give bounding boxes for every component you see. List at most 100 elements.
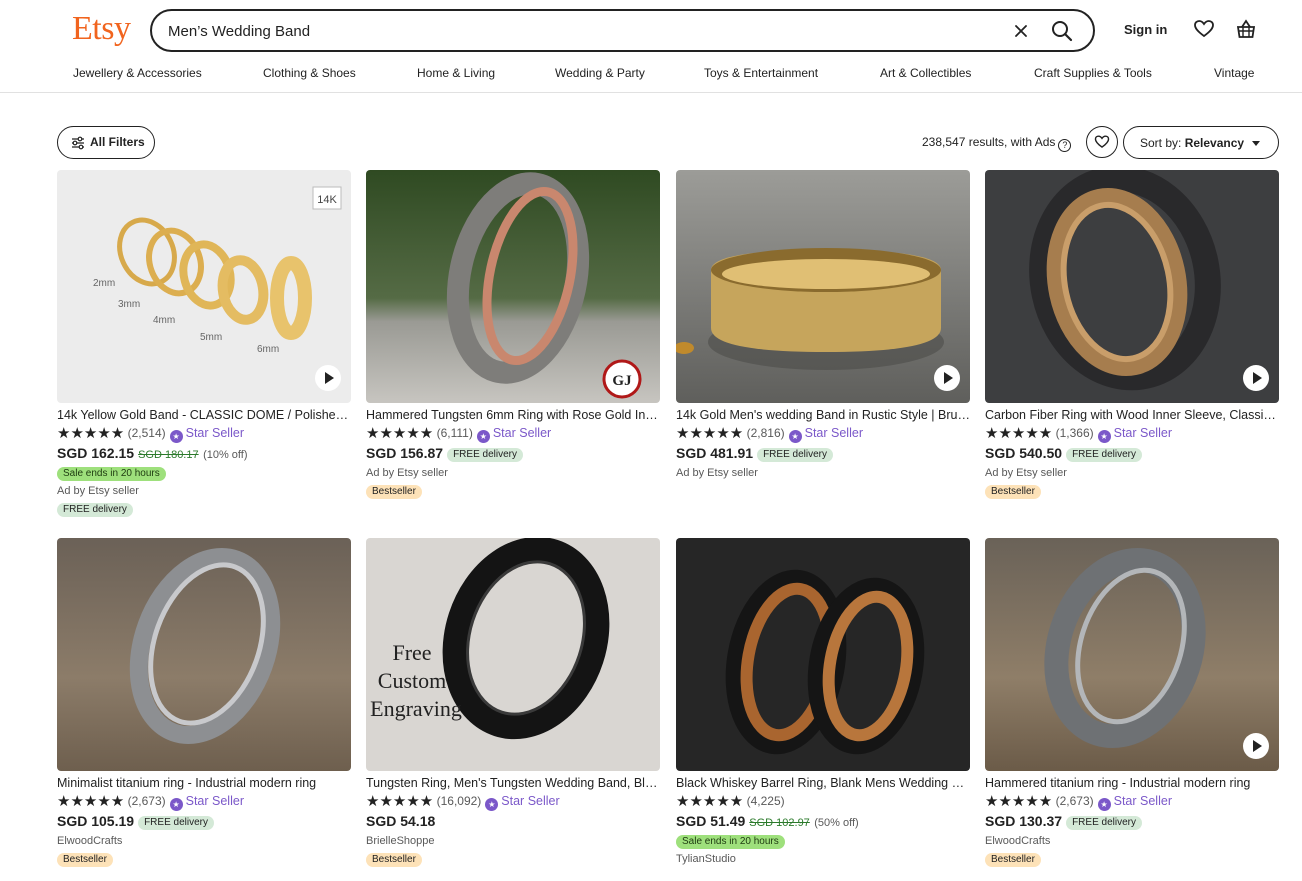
play-video-icon[interactable] — [934, 365, 960, 391]
gj-logo: GJ — [612, 373, 632, 389]
all-filters-button[interactable]: All Filters — [57, 126, 155, 159]
product-price: SGD 481.91 — [676, 445, 754, 461]
star-seller-badge-icon: ★ — [1097, 798, 1111, 811]
star-seller-badge-icon: ★ — [485, 798, 499, 811]
review-count: (16,092) — [436, 794, 482, 808]
product-title[interactable]: 14k Yellow Gold Band - CLASSIC DOME / Po… — [57, 407, 351, 424]
product-price: SGD 540.50 — [985, 445, 1063, 461]
product-title[interactable]: Carbon Fiber Ring with Wood Inner Sleeve… — [985, 407, 1279, 424]
product-image[interactable] — [676, 538, 970, 771]
shop-name[interactable]: ElwoodCrafts — [985, 832, 1279, 850]
free-delivery-badge: FREE delivery — [57, 503, 133, 517]
ad-label: Ad by Etsy seller — [676, 467, 758, 479]
product-title[interactable]: Minimalist titanium ring - Industrial mo… — [57, 775, 351, 792]
sale-ends-badge: Sale ends in 20 hours — [57, 467, 166, 481]
discount-percent: (10% off) — [203, 449, 248, 461]
product-card[interactable]: Free Custom Engraving Tungsten Ring, Men… — [366, 538, 660, 868]
play-video-icon[interactable] — [1243, 733, 1269, 759]
price-row: SGD 105.19 FREE delivery — [57, 811, 351, 832]
product-rating: ★★★★★ (2,816) ★ Star Seller — [676, 424, 970, 443]
price-row: SGD 162.15 SGD 180.17 (10% off) — [57, 443, 351, 464]
category-home[interactable]: Home & Living — [417, 66, 495, 80]
all-filters-label: All Filters — [90, 135, 145, 149]
filters-sliders-icon — [72, 136, 84, 150]
image-text-custom: Custom — [378, 668, 446, 693]
results-count: 238,547 results, with Ads? — [922, 135, 1072, 152]
image-badge-14k: 14K — [317, 194, 337, 206]
clear-search-icon[interactable] — [1010, 20, 1032, 42]
product-price: SGD 130.37 — [985, 813, 1063, 829]
play-video-icon[interactable] — [1243, 365, 1269, 391]
product-image[interactable]: Free Custom Engraving — [366, 538, 660, 771]
product-price: SGD 54.18 — [366, 813, 436, 829]
star-seller-badge-icon: ★ — [1097, 430, 1111, 443]
search-icon[interactable] — [1050, 19, 1074, 43]
shop-name[interactable]: TylianStudio — [676, 850, 970, 868]
star-seller-label: Star Seller — [492, 426, 552, 440]
save-search-button[interactable] — [1086, 126, 1118, 158]
product-price: SGD 156.87 — [366, 445, 444, 461]
product-title[interactable]: Black Whiskey Barrel Ring, Blank Mens We… — [676, 775, 970, 792]
star-seller-label: Star Seller — [1113, 426, 1172, 440]
product-image[interactable] — [985, 170, 1279, 403]
star-seller-label: Star Seller — [1113, 794, 1172, 808]
free-delivery-badge: FREE delivery — [138, 816, 214, 830]
product-image[interactable]: 14K 2mm 3mm 4mm 5mm 6mm — [57, 170, 351, 403]
site-header: Etsy Sign in Jewellery & Accessories Clo… — [0, 0, 1302, 93]
results-text: 238,547 results, with Ads — [922, 135, 1056, 149]
star-rating-icons: ★★★★★ — [366, 793, 434, 810]
price-row: SGD 156.87 FREE delivery — [366, 443, 660, 464]
search-input[interactable] — [168, 20, 988, 42]
price-row: SGD 540.50 FREE delivery — [985, 443, 1279, 464]
category-vintage[interactable]: Vintage — [1214, 66, 1254, 80]
search-bar[interactable] — [150, 9, 1095, 52]
category-art[interactable]: Art & Collectibles — [880, 66, 971, 80]
product-title[interactable]: 14k Gold Men's wedding Band in Rustic St… — [676, 407, 970, 424]
star-rating-icons: ★★★★★ — [676, 425, 744, 442]
product-card[interactable]: Hammered titanium ring - Industrial mode… — [985, 538, 1279, 868]
bestseller-badge: Bestseller — [57, 853, 113, 867]
sort-prefix: Sort by: — [1140, 136, 1182, 150]
product-card[interactable]: Carbon Fiber Ring with Wood Inner Sleeve… — [985, 170, 1279, 500]
category-craft[interactable]: Craft Supplies & Tools — [1034, 66, 1152, 80]
product-price: SGD 105.19 — [57, 813, 135, 829]
star-seller-badge-icon: ★ — [169, 798, 183, 811]
product-card[interactable]: 14k Gold Men's wedding Band in Rustic St… — [676, 170, 970, 482]
sign-in-link[interactable]: Sign in — [1124, 22, 1167, 37]
product-price: SGD 162.15 — [57, 445, 135, 461]
sort-value: Relevancy — [1184, 136, 1245, 150]
free-delivery-badge: FREE delivery — [447, 448, 523, 462]
etsy-logo[interactable]: Etsy — [72, 10, 131, 48]
shop-name[interactable]: BrielleShoppe — [366, 832, 660, 850]
product-image[interactable] — [57, 538, 351, 771]
product-image[interactable]: GJ — [366, 170, 660, 403]
sort-dropdown[interactable]: Sort by: Relevancy — [1123, 126, 1279, 159]
product-title[interactable]: Tungsten Ring, Men's Tungsten Wedding Ba… — [366, 775, 660, 792]
product-card[interactable]: Minimalist titanium ring - Industrial mo… — [57, 538, 351, 868]
product-card[interactable]: Black Whiskey Barrel Ring, Blank Mens We… — [676, 538, 970, 868]
category-wedding[interactable]: Wedding & Party — [555, 66, 645, 80]
product-card[interactable]: 14K 2mm 3mm 4mm 5mm 6mm 14k Yellow Gold … — [57, 170, 351, 518]
product-image[interactable] — [676, 170, 970, 403]
help-question-icon[interactable]: ? — [1058, 139, 1072, 152]
chevron-down-icon — [1252, 141, 1260, 146]
shop-name[interactable]: ElwoodCrafts — [57, 832, 351, 850]
bestseller-badge: Bestseller — [985, 485, 1041, 499]
product-rating: ★★★★★ (1,366) ★ Star Seller — [985, 424, 1279, 443]
original-price: SGD 102.97 — [749, 817, 810, 829]
product-title[interactable]: Hammered Tungsten 6mm Ring with Rose Gol… — [366, 407, 660, 424]
category-toys[interactable]: Toys & Entertainment — [704, 66, 818, 80]
play-video-icon[interactable] — [315, 365, 341, 391]
category-jewellery[interactable]: Jewellery & Accessories — [73, 66, 202, 80]
cart-basket-icon[interactable] — [1235, 18, 1257, 40]
review-count: (2,514) — [127, 426, 166, 440]
product-rating: ★★★★★ (2,673) ★ Star Seller — [57, 792, 351, 811]
size-label-6mm: 6mm — [257, 344, 279, 355]
favorites-heart-icon[interactable] — [1193, 18, 1215, 40]
product-title[interactable]: Hammered titanium ring - Industrial mode… — [985, 775, 1279, 792]
product-card[interactable]: GJ Hammered Tungsten 6mm Ring with Rose … — [366, 170, 660, 500]
product-image[interactable] — [985, 538, 1279, 771]
category-clothing[interactable]: Clothing & Shoes — [263, 66, 356, 80]
free-delivery-badge: FREE delivery — [757, 448, 833, 462]
size-label-5mm: 5mm — [200, 332, 222, 343]
